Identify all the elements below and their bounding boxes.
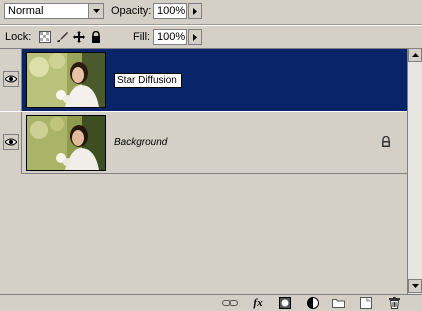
layer-row[interactable]: Star Diffusion [0,49,407,112]
new-layer-icon[interactable] [358,296,374,310]
blend-row: Normal Opacity: 100% [0,0,422,24]
scroll-up-button[interactable] [408,48,422,62]
lock-move-icon[interactable] [72,30,85,43]
lock-icon [381,135,391,150]
chevron-right-icon [193,33,197,41]
layer-row[interactable]: Background [0,112,407,174]
chevron-up-icon [411,53,419,57]
opacity-input[interactable]: 100% [153,3,187,19]
lock-label: Lock: [5,31,32,43]
eye-icon[interactable] [3,134,19,150]
chevron-right-icon [193,7,197,15]
layer-list: Star Diffusion Background [0,48,407,295]
layers-toolbar: fx [0,294,422,311]
fx-icon[interactable]: fx [250,296,266,310]
lock-brush-icon[interactable] [55,30,68,43]
link-icon[interactable] [222,296,238,310]
mask-icon[interactable] [277,296,293,310]
visibility-cell [0,49,22,111]
layer-list-scrollbar[interactable] [407,48,422,294]
trash-icon[interactable] [386,296,402,310]
layer-name-input[interactable]: Star Diffusion [114,73,182,88]
adjustment-icon[interactable] [305,296,321,310]
chevron-down-icon[interactable] [88,4,103,18]
lock-all-icon[interactable] [89,30,102,43]
lock-options [38,30,102,43]
folder-icon[interactable] [330,296,346,310]
layers-panel: Normal Opacity: 100% Lock: Fill: 100% St… [0,0,422,311]
fill-input[interactable]: 100% [153,29,187,45]
lock-transparency-icon[interactable] [38,30,51,43]
layer-thumbnail[interactable] [26,115,106,171]
layer-name[interactable]: Background [114,137,167,148]
opacity-label: Opacity: [111,5,152,17]
scroll-down-button[interactable] [408,279,422,293]
fill-label: Fill: [133,31,151,43]
visibility-cell [0,112,22,174]
lock-row: Lock: Fill: 100% [0,26,422,48]
opacity-flyout-button[interactable] [188,3,202,19]
blend-mode-value: Normal [8,5,44,17]
blend-mode-select[interactable]: Normal [4,3,104,19]
layer-thumbnail[interactable] [26,52,106,108]
chevron-down-icon [411,284,419,288]
eye-icon[interactable] [3,71,19,87]
fill-flyout-button[interactable] [188,29,202,45]
